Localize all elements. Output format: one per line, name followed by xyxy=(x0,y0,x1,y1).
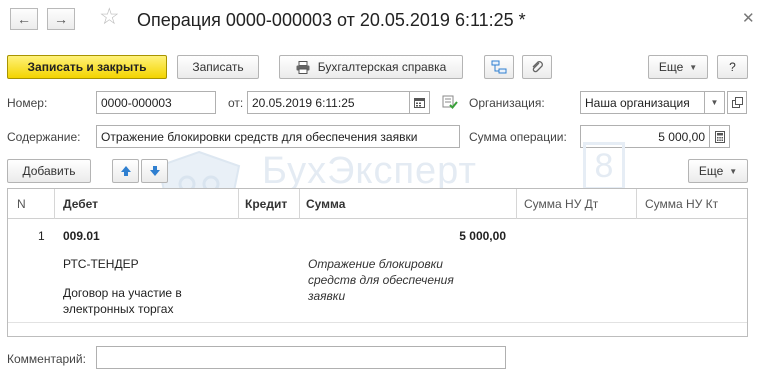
calculator-icon xyxy=(714,130,725,143)
posted-status-icon xyxy=(442,94,458,113)
content-label: Содержание: xyxy=(7,130,81,144)
favorite-star-icon[interactable]: ☆ xyxy=(99,5,120,28)
save-button[interactable]: Записать xyxy=(177,55,259,79)
column-header-n[interactable]: N xyxy=(17,189,26,219)
window-title: Операция 0000-000003 от 20.05.2019 6:11:… xyxy=(137,10,526,30)
debit-subconto-contract-line1: Договор на участие в xyxy=(63,286,182,300)
entries-table[interactable]: N Дебет Кредит Сумма Сумма НУ Дт Сумма Н… xyxy=(7,188,748,337)
organization-label: Организация: xyxy=(469,96,545,110)
comment-field[interactable] xyxy=(96,346,506,369)
add-row-button[interactable]: Добавить xyxy=(7,159,91,183)
organization-field[interactable]: Наша организация xyxy=(580,91,705,114)
column-header-credit[interactable]: Кредит xyxy=(245,189,287,219)
accounting-reference-label: Бухгалтерская справка xyxy=(317,60,447,74)
column-header-sum-nu-kt[interactable]: Сумма НУ Кт xyxy=(645,189,718,219)
back-button[interactable]: ← xyxy=(10,8,38,30)
row-content-line3: заявки xyxy=(308,289,346,303)
content-field[interactable]: Отражение блокировки средств для обеспеч… xyxy=(96,125,460,148)
table-more-button[interactable]: Еще ▼ xyxy=(688,159,748,183)
accounting-reference-button[interactable]: Бухгалтерская справка xyxy=(279,55,463,79)
arrow-up-icon xyxy=(120,166,131,176)
number-label: Номер: xyxy=(7,96,48,110)
operation-sum-label: Сумма операции: xyxy=(469,130,567,144)
organization-open-button[interactable] xyxy=(727,91,747,114)
table-header: N Дебет Кредит Сумма Сумма НУ Дт Сумма Н… xyxy=(8,189,747,219)
comment-label: Комментарий: xyxy=(7,352,86,366)
open-window-icon xyxy=(731,97,743,108)
date-label: от: xyxy=(228,96,244,110)
watermark-brand: БухЭксперт xyxy=(262,150,477,192)
caret-down-icon: ▼ xyxy=(729,166,738,176)
forward-button[interactable]: → xyxy=(47,8,75,30)
calendar-icon xyxy=(414,98,425,108)
arrow-down-icon xyxy=(149,166,160,176)
debit-account: 009.01 xyxy=(63,229,100,243)
column-header-sum[interactable]: Сумма xyxy=(306,189,345,219)
column-header-sum-nu-dt[interactable]: Сумма НУ Дт xyxy=(524,189,598,219)
column-header-debit[interactable]: Дебет xyxy=(63,189,98,219)
close-icon[interactable]: ✕ xyxy=(742,9,755,27)
calculator-button[interactable] xyxy=(710,125,730,148)
date-field[interactable]: 20.05.2019 6:11:25 xyxy=(247,91,410,114)
row-sum: 5 000,00 xyxy=(459,229,506,243)
paperclip-icon xyxy=(532,61,543,73)
row-divider xyxy=(8,322,747,323)
arrow-right-icon: → xyxy=(54,11,68,27)
table-more-label: Еще xyxy=(698,164,724,178)
move-up-button[interactable] xyxy=(112,159,139,183)
calendar-button[interactable] xyxy=(410,91,430,114)
structure-button[interactable] xyxy=(484,55,514,79)
debit-subconto-contract-line2: электронных торгах xyxy=(63,302,174,316)
post-and-close-button[interactable]: Записать и закрыть xyxy=(7,55,167,79)
row-content-line2: средств для обеспечения xyxy=(308,273,454,287)
caret-down-icon: ▼ xyxy=(689,62,698,72)
organization-dropdown-button[interactable]: ▼ xyxy=(705,91,725,114)
printer-icon xyxy=(296,60,310,74)
more-button[interactable]: Еще ▼ xyxy=(648,55,708,79)
more-label: Еще xyxy=(658,60,684,74)
operation-sum-field[interactable]: 5 000,00 xyxy=(580,125,710,148)
debit-subconto-counterparty: РТС-ТЕНДЕР xyxy=(63,257,139,271)
hierarchy-icon xyxy=(491,60,507,74)
row-content-line1: Отражение блокировки xyxy=(308,257,443,271)
watermark-digit: 8 xyxy=(583,142,625,190)
arrow-left-icon: ← xyxy=(17,11,31,27)
number-field[interactable]: 0000-000003 xyxy=(96,91,216,114)
move-down-button[interactable] xyxy=(141,159,168,183)
help-button[interactable]: ? xyxy=(717,55,748,79)
attachments-button[interactable] xyxy=(522,55,552,79)
row-number: 1 xyxy=(38,229,45,243)
caret-down-icon: ▼ xyxy=(710,98,719,107)
